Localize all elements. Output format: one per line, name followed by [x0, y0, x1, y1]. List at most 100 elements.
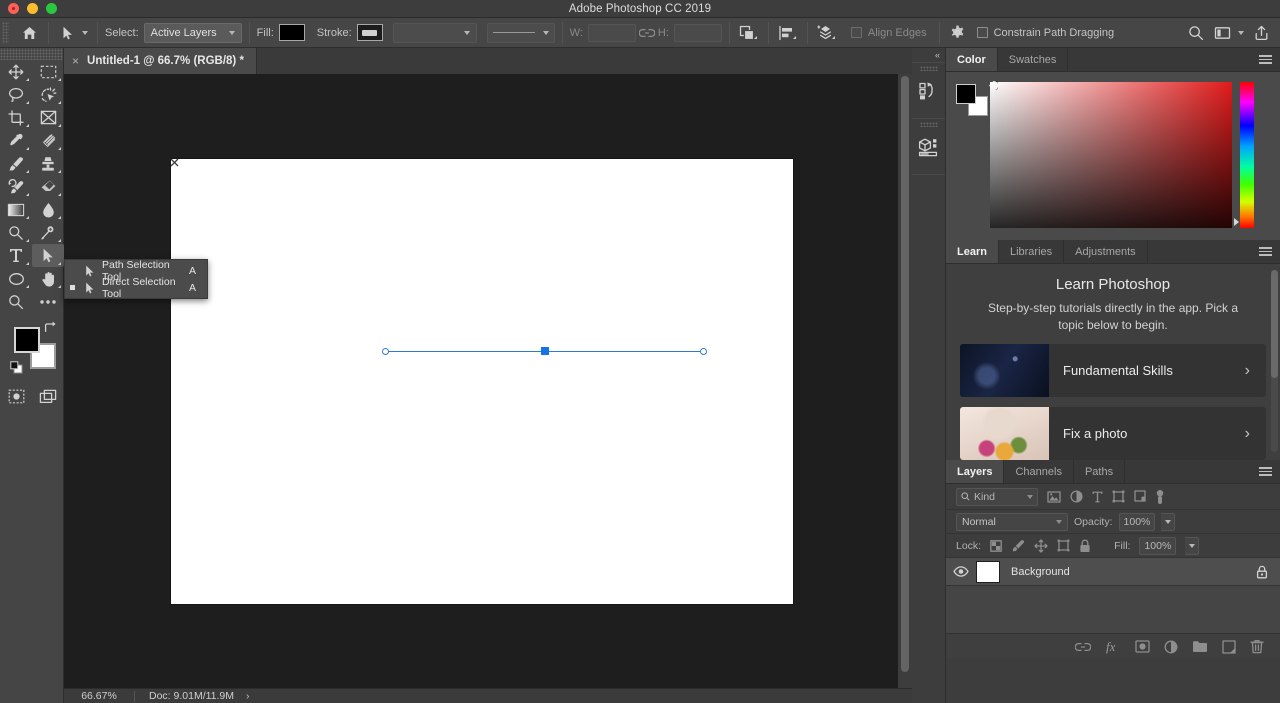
- zoom-tool[interactable]: [0, 290, 32, 313]
- filter-type-icon[interactable]: [1092, 491, 1103, 503]
- lock-transparency-icon[interactable]: [990, 539, 1002, 552]
- gear-icon[interactable]: [947, 22, 969, 44]
- filter-enable-toggle-icon[interactable]: [1155, 489, 1165, 505]
- hue-slider[interactable]: [1240, 82, 1254, 228]
- layers-panel-menu-button[interactable]: [1259, 460, 1272, 483]
- artboard[interactable]: [171, 159, 793, 604]
- width-input[interactable]: [587, 23, 636, 42]
- blend-mode-dropdown[interactable]: Normal: [956, 512, 1068, 531]
- tab-swatches[interactable]: Swatches: [998, 48, 1069, 71]
- healing-brush-tool[interactable]: [32, 129, 64, 152]
- gradient-tool[interactable]: [0, 198, 32, 221]
- quick-selection-tool[interactable]: [32, 83, 64, 106]
- options-bar-grip[interactable]: [2, 21, 9, 44]
- opacity-value[interactable]: 100%: [1118, 512, 1156, 531]
- adjustment-layer-icon[interactable]: [1164, 640, 1178, 654]
- home-screen-button[interactable]: [17, 22, 41, 44]
- pen-tool[interactable]: [32, 221, 64, 244]
- lock-icon[interactable]: [1256, 565, 1280, 579]
- lasso-tool[interactable]: [0, 83, 32, 106]
- tab-libraries[interactable]: Libraries: [999, 240, 1065, 263]
- path-selection-tool[interactable]: [32, 244, 64, 267]
- eraser-tool[interactable]: [32, 175, 64, 198]
- crop-tool[interactable]: [0, 106, 32, 129]
- default-colors-icon[interactable]: [10, 361, 23, 374]
- stroke-style-dropdown[interactable]: [486, 22, 555, 43]
- fill-value[interactable]: 100%: [1139, 536, 1177, 555]
- align-edges-group[interactable]: Align Edges: [850, 22, 932, 44]
- canvas-area[interactable]: [64, 74, 912, 688]
- filter-pixel-icon[interactable]: [1047, 490, 1061, 503]
- path-arrangement-button[interactable]: [815, 22, 839, 44]
- tools-panel-grip[interactable]: [0, 48, 63, 60]
- learn-panel-scrollbar[interactable]: [1271, 270, 1278, 452]
- document-tab[interactable]: × Untitled-1 @ 66.7% (RGB/8) *: [64, 48, 257, 74]
- layer-effects-icon[interactable]: fx: [1105, 640, 1121, 654]
- edit-toolbar-tool[interactable]: [32, 290, 64, 313]
- history-panel-button[interactable]: [912, 62, 945, 118]
- collapse-panels-button[interactable]: «: [912, 48, 945, 62]
- chevron-down-icon[interactable]: [1238, 30, 1244, 35]
- tab-adjustments[interactable]: Adjustments: [1064, 240, 1148, 263]
- path-anchor-point-selected[interactable]: [541, 347, 549, 355]
- ellipse-shape-tool[interactable]: [0, 267, 32, 290]
- eye-icon[interactable]: [946, 566, 976, 577]
- layer-thumbnail[interactable]: [976, 560, 1000, 583]
- stroke-color-swatch[interactable]: [356, 24, 383, 41]
- share-export-icon[interactable]: [1250, 22, 1272, 44]
- canvas-vertical-scrollbar[interactable]: [898, 74, 912, 688]
- history-brush-tool[interactable]: [0, 175, 32, 198]
- layer-mask-icon[interactable]: [1135, 640, 1150, 653]
- swap-colors-icon[interactable]: [43, 321, 56, 334]
- stroke-width-dropdown[interactable]: [392, 22, 477, 43]
- foreground-color-swatch[interactable]: [956, 84, 976, 104]
- constrain-path-dragging-checkbox[interactable]: [976, 27, 988, 38]
- brush-tool[interactable]: [0, 152, 32, 175]
- lock-position-icon[interactable]: [1034, 538, 1048, 553]
- opacity-stepper[interactable]: [1161, 512, 1176, 531]
- path-alignment-button[interactable]: [776, 22, 800, 44]
- clone-stamp-tool[interactable]: [32, 152, 64, 175]
- link-layers-icon[interactable]: [1075, 642, 1091, 652]
- status-expand-icon[interactable]: ›: [246, 690, 250, 702]
- tab-paths[interactable]: Paths: [1074, 460, 1126, 483]
- path-anchor-point[interactable]: [700, 348, 707, 355]
- tab-layers[interactable]: Layers: [946, 460, 1005, 483]
- tool-preset-picker[interactable]: [56, 22, 90, 44]
- fill-color-swatch[interactable]: [278, 24, 305, 41]
- marquee-tool[interactable]: [32, 60, 64, 83]
- move-tool[interactable]: [0, 60, 32, 83]
- color-field[interactable]: [989, 81, 1232, 228]
- properties-panel-button[interactable]: [912, 118, 945, 174]
- fill-stepper[interactable]: [1185, 536, 1200, 555]
- height-input[interactable]: [673, 23, 722, 42]
- eyedropper-tool[interactable]: [0, 129, 32, 152]
- path-operations-button[interactable]: [737, 22, 761, 44]
- foreground-color-swatch[interactable]: [14, 327, 40, 353]
- select-mode-dropdown[interactable]: Active Layers: [143, 22, 242, 43]
- close-icon[interactable]: ×: [72, 55, 79, 67]
- new-group-icon[interactable]: [1192, 640, 1208, 653]
- screen-mode-tool[interactable]: [32, 385, 64, 408]
- zoom-level[interactable]: 66.67%: [64, 690, 134, 702]
- flyout-item-direct-selection-tool[interactable]: Direct Selection Tool A: [65, 276, 207, 300]
- layer-filter-kind-dropdown[interactable]: Kind: [956, 487, 1038, 506]
- align-edges-checkbox[interactable]: [850, 27, 862, 38]
- table-row[interactable]: Background: [946, 558, 1280, 586]
- link-icon[interactable]: [636, 22, 658, 44]
- constrain-path-dragging-group[interactable]: Constrain Path Dragging: [976, 22, 1119, 44]
- frame-tool[interactable]: [32, 106, 64, 129]
- new-layer-icon[interactable]: [1222, 639, 1236, 654]
- blur-tool[interactable]: [32, 198, 64, 221]
- workspace-switcher-icon[interactable]: [1211, 22, 1233, 44]
- lock-artboard-icon[interactable]: [1057, 539, 1070, 552]
- tab-color[interactable]: Color: [946, 48, 998, 71]
- filter-smartobject-icon[interactable]: [1134, 490, 1146, 503]
- filter-adjustment-icon[interactable]: [1070, 490, 1083, 503]
- color-panel-menu-button[interactable]: [1259, 48, 1272, 71]
- dodge-tool[interactable]: [0, 221, 32, 244]
- hand-tool[interactable]: [32, 267, 64, 290]
- tab-channels[interactable]: Channels: [1004, 460, 1074, 483]
- delete-layer-icon[interactable]: [1250, 639, 1264, 654]
- lock-image-icon[interactable]: [1011, 539, 1025, 553]
